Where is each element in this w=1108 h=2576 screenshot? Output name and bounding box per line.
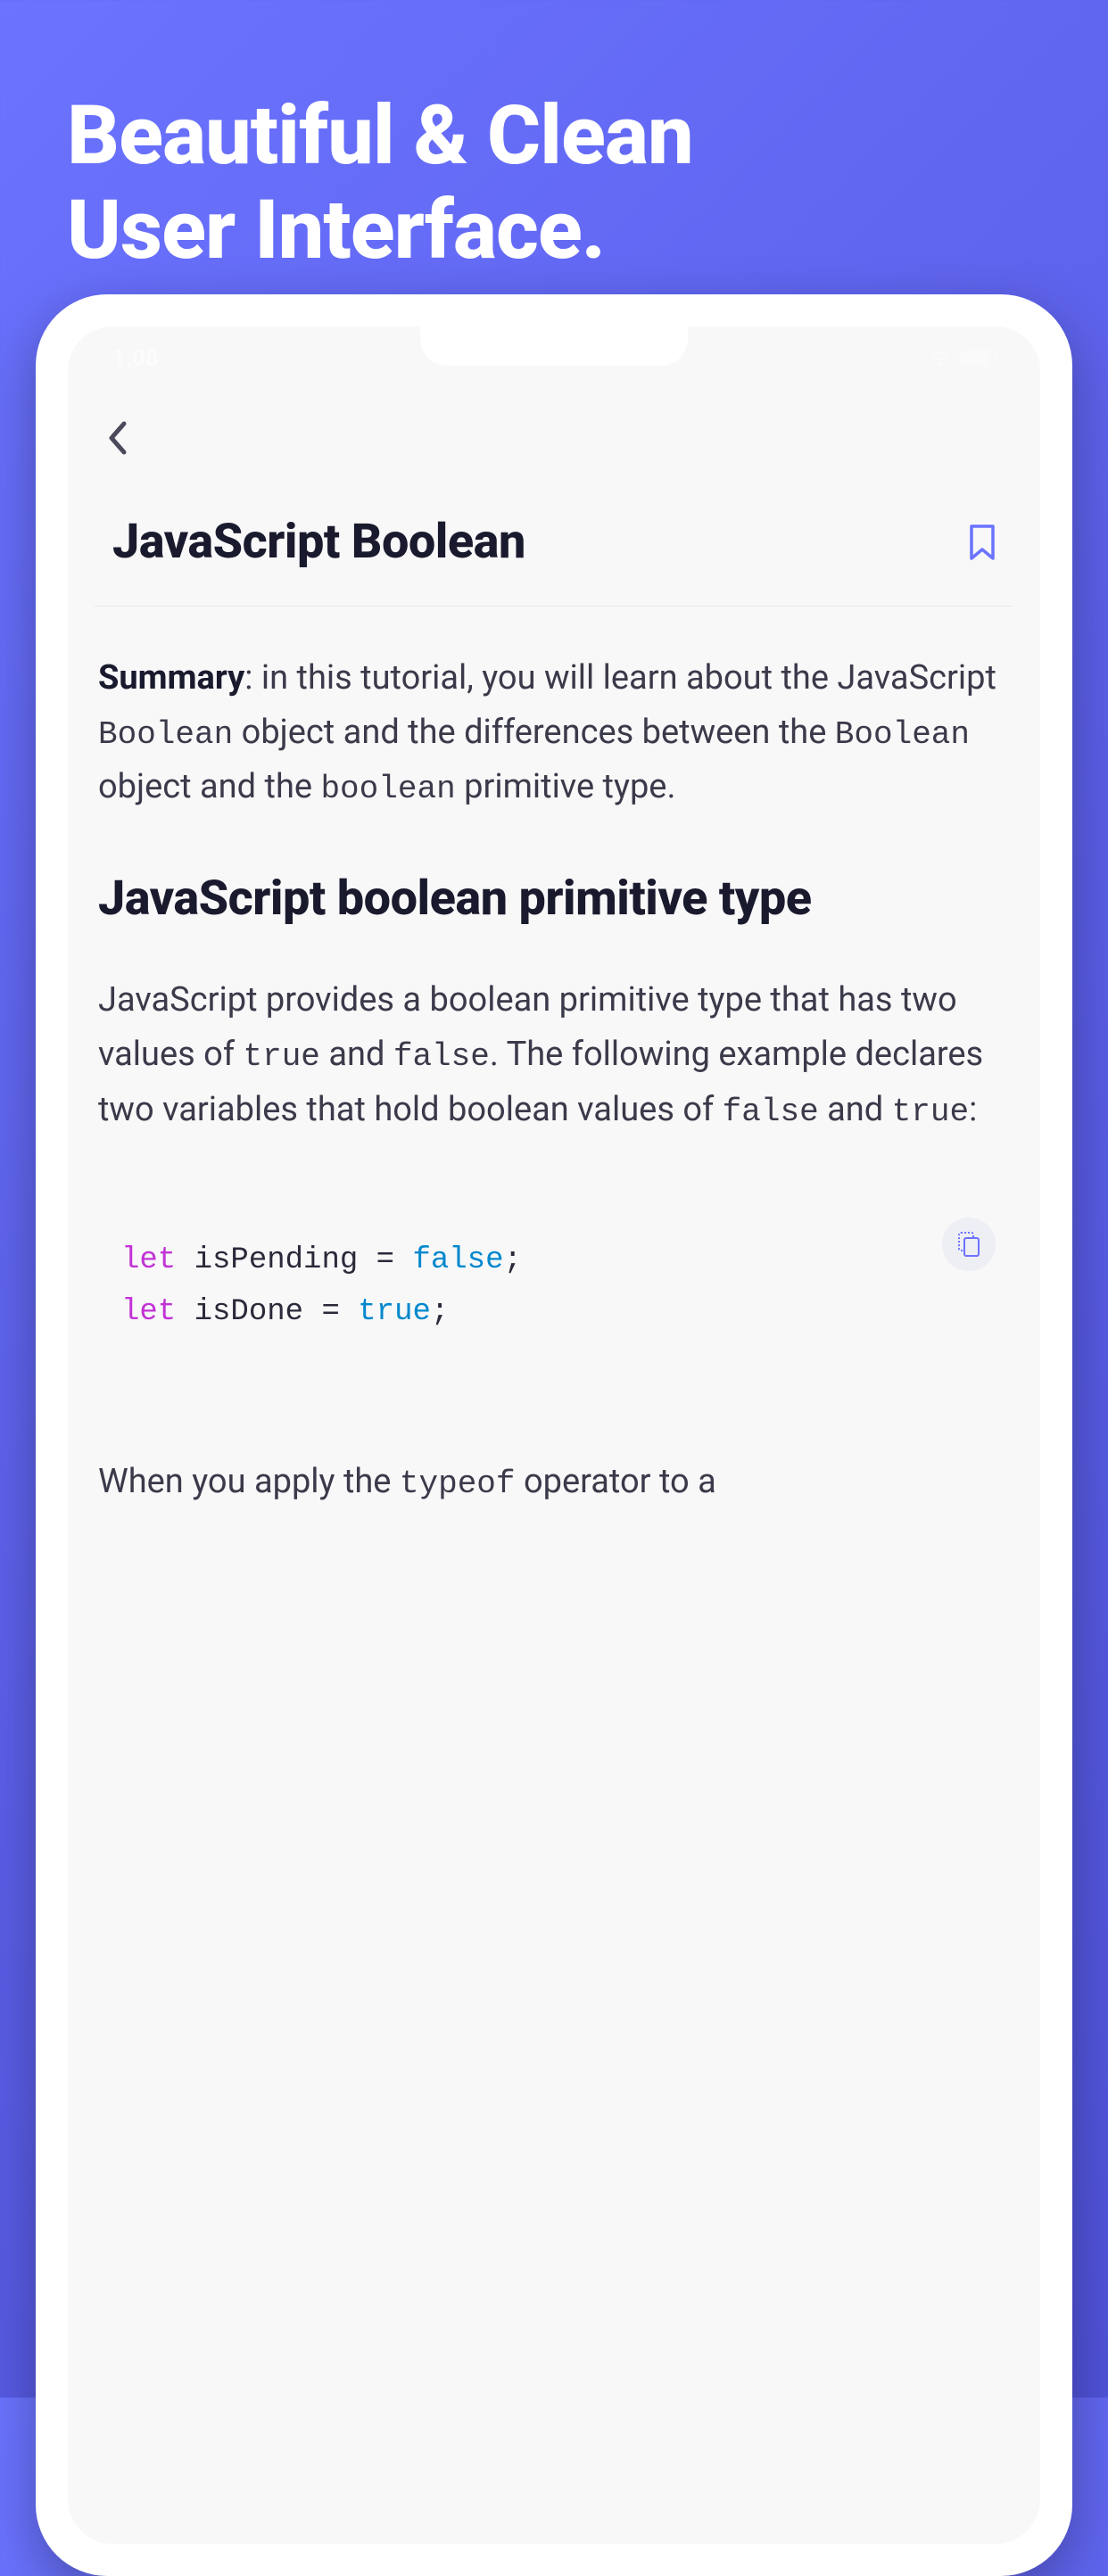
code-block: let isPending = false; let isDone = true… <box>95 1200 1013 1375</box>
nav-bar <box>68 380 1040 487</box>
bottom-code: typeof <box>400 1466 516 1502</box>
summary-text: object and the <box>98 767 320 806</box>
code-boolean: true <box>358 1295 431 1329</box>
bookmark-icon <box>968 524 996 560</box>
bottom-text: When you apply the <box>98 1462 400 1501</box>
back-button[interactable] <box>95 416 139 460</box>
body-code: false <box>723 1094 819 1130</box>
title-row: JavaScript Boolean <box>95 487 1013 607</box>
body-text: and <box>819 1090 892 1129</box>
summary-text: primitive type. <box>456 767 676 806</box>
phone-screen: 1:08 JavaSc <box>68 326 1040 2544</box>
code-boolean: false <box>412 1243 503 1277</box>
section-heading: JavaScript boolean primitive type <box>95 869 1013 929</box>
phone-notch <box>420 326 688 366</box>
hero-title: Beautiful & Clean User Interface. <box>0 0 1108 278</box>
body-code: false <box>393 1038 490 1075</box>
code-line: let isPending = false; <box>121 1235 987 1287</box>
summary-label: Summary <box>98 658 244 698</box>
body-code: true <box>243 1038 319 1075</box>
status-icons <box>928 350 996 367</box>
hero-title-line1: Beautiful & Clean <box>67 88 693 184</box>
code-keyword: let <box>121 1295 176 1329</box>
summary-code: boolean <box>320 771 455 807</box>
article-content: JavaScript Boolean Summary: in this tuto… <box>68 487 1040 1510</box>
bottom-paragraph: When you apply the typeof operator to a <box>95 1455 1013 1510</box>
code-end: ; <box>431 1295 449 1329</box>
bookmark-button[interactable] <box>960 520 1005 565</box>
body-paragraph: JavaScript provides a boolean primitive … <box>95 973 1013 1137</box>
summary-text: : in this tutorial, you will learn about… <box>244 658 996 698</box>
body-code: true <box>892 1094 969 1130</box>
copy-button[interactable] <box>942 1218 996 1271</box>
summary-code: Boolean <box>835 716 970 753</box>
body-text: and <box>320 1035 393 1074</box>
copy-icon <box>957 1231 980 1258</box>
bottom-text: operator to a <box>516 1462 716 1501</box>
wifi-icon <box>928 350 953 367</box>
code-var: isPending = <box>176 1243 412 1277</box>
battery-icon <box>960 351 996 367</box>
article-title: JavaScript Boolean <box>112 514 525 570</box>
summary-paragraph: Summary: in this tutorial, you will lear… <box>95 651 1013 815</box>
summary-text: object and the differences between the <box>233 713 835 752</box>
code-end: ; <box>504 1243 522 1277</box>
hero-title-line2: User Interface. <box>67 183 605 278</box>
code-var: isDone = <box>176 1295 358 1329</box>
code-line: let isDone = true; <box>121 1287 987 1339</box>
body-text: : <box>969 1090 977 1129</box>
summary-code: Boolean <box>98 716 233 753</box>
code-keyword: let <box>121 1243 176 1277</box>
status-time: 1:08 <box>112 345 159 372</box>
phone-frame: 1:08 JavaSc <box>36 294 1072 2576</box>
chevron-left-icon <box>106 420 128 456</box>
